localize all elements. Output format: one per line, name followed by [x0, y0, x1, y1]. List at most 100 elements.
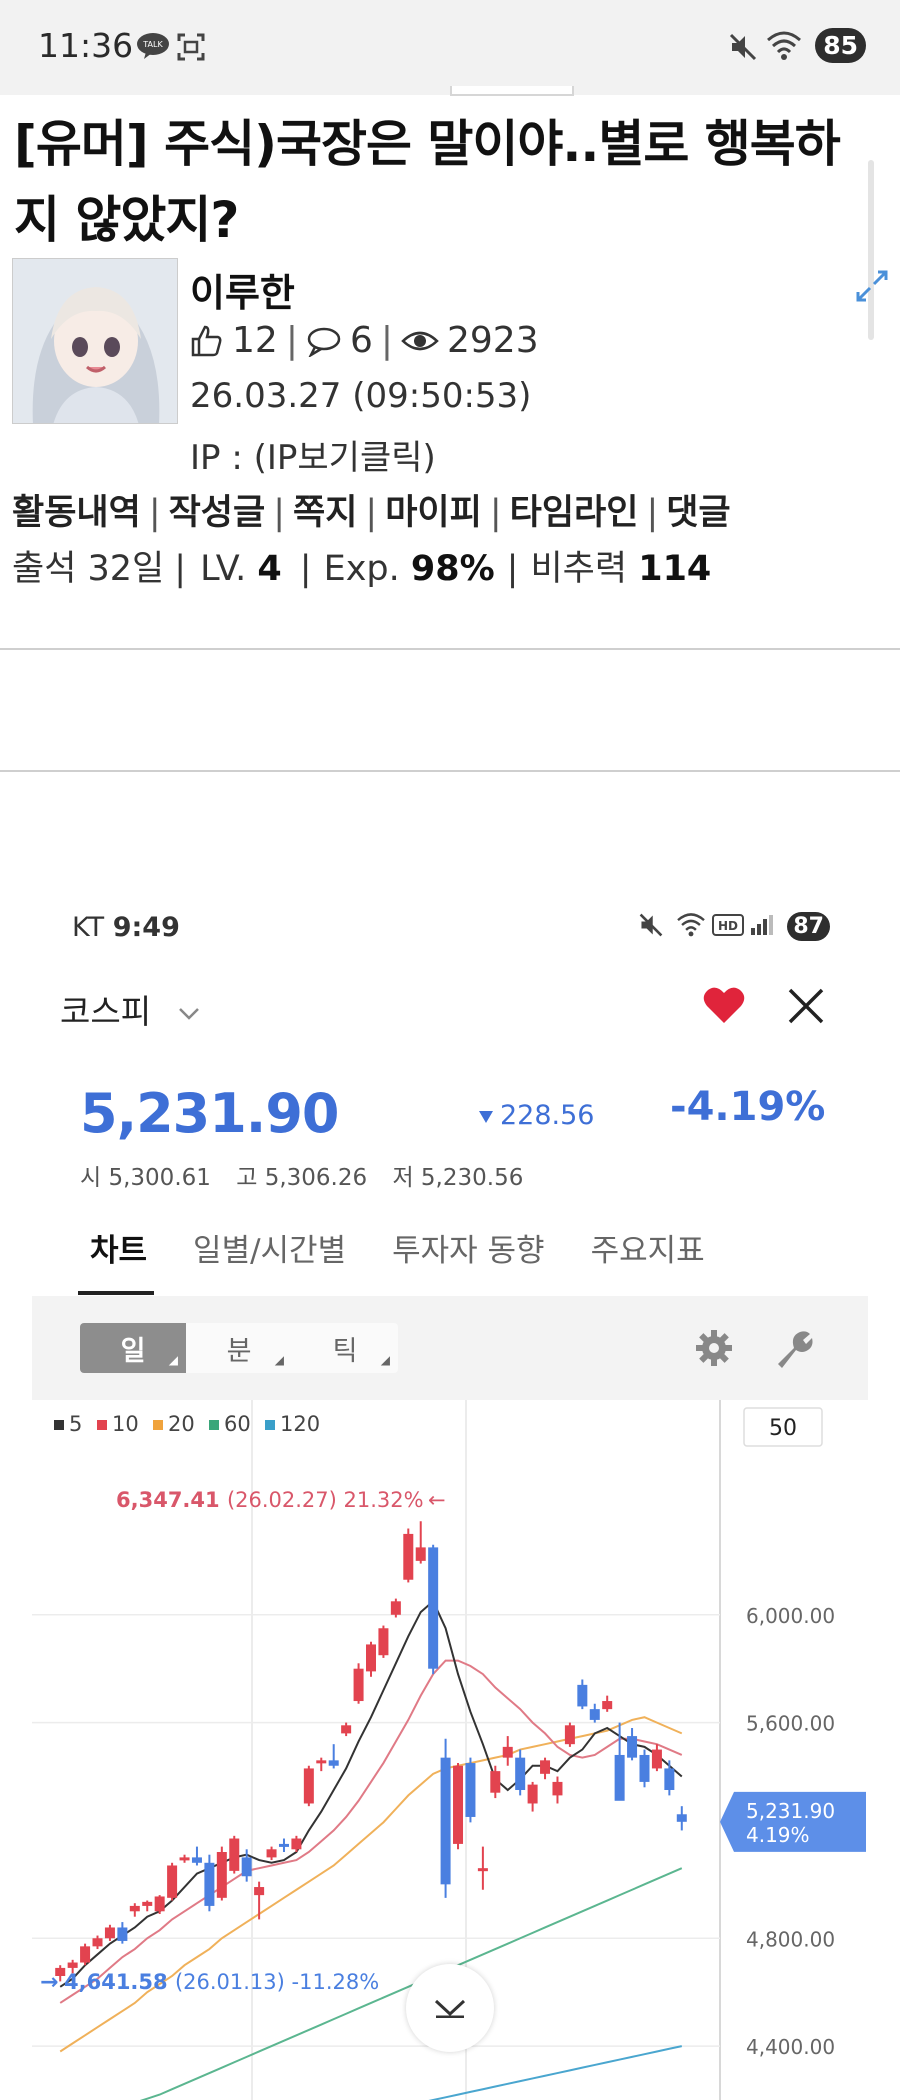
candle-body	[378, 1628, 389, 1656]
low-annotation: 4,641.58 (26.01.13) -11.28%	[64, 1970, 379, 1994]
candle-body	[104, 1927, 115, 1939]
period-tick[interactable]: 틱 ◢	[292, 1323, 398, 1373]
scrollbar[interactable]	[868, 160, 874, 340]
comment-count: 6	[349, 320, 373, 361]
open-price: 시 5,300.61	[80, 1165, 211, 1191]
legend-label: 20	[168, 1412, 195, 1436]
user-links: 활동내역 | 작성글 | 쪽지 | 마이피 | 타임라인 | 댓글	[12, 493, 731, 533]
carrier: KT	[72, 912, 105, 943]
candle-body	[639, 1754, 650, 1782]
exp-label: Exp.	[323, 549, 400, 589]
period-minute[interactable]: 분 ◢	[186, 1323, 292, 1373]
high-price: 고 5,306.26	[236, 1165, 368, 1191]
candle-body	[303, 1768, 314, 1804]
legend-swatch	[97, 1420, 107, 1430]
rec-label: 비추력	[530, 549, 628, 589]
divider	[0, 770, 900, 772]
current-price: 5,231.90	[80, 1082, 339, 1145]
candle-body	[229, 1838, 240, 1871]
tab-daily[interactable]: 일별/시간별	[193, 1225, 346, 1270]
embedded-mute-icon	[638, 912, 664, 942]
post-ip[interactable]: IP : (IP보기클릭)	[190, 430, 436, 479]
candle-body	[403, 1533, 414, 1580]
candle-body	[129, 1905, 140, 1912]
status-bar	[0, 0, 900, 95]
y-tick-label: 6,000.00	[746, 1604, 835, 1628]
link-posts[interactable]: 작성글	[169, 493, 266, 533]
high-annotation: 6,347.41 (26.02.27) 21.32%	[116, 1488, 424, 1512]
comment-icon[interactable]	[306, 325, 342, 357]
ohl-row: 시 5,300.61 고 5,306.26 저 5,230.56	[80, 1158, 523, 1192]
candle-body	[241, 1857, 252, 1877]
candle-body	[67, 1962, 78, 1968]
tab-indicators[interactable]: 주요지표	[591, 1225, 705, 1270]
thumbs-up-icon[interactable]	[190, 324, 224, 358]
low-price: 저 5,230.56	[392, 1165, 524, 1191]
wifi-icon	[766, 30, 802, 66]
hd-icon: HD	[712, 914, 744, 940]
candle-body	[490, 1771, 501, 1793]
moving-average-ma120	[428, 2045, 682, 2100]
link-mypi[interactable]: 마이피	[385, 493, 482, 533]
candle-body	[216, 1852, 227, 1898]
expand-icon[interactable]	[854, 268, 890, 304]
candle-body	[453, 1765, 464, 1844]
period-selector: 일 ◢ 분 ◢ 틱 ◢	[80, 1323, 398, 1373]
top-handle[interactable]	[450, 86, 574, 96]
candle-body	[204, 1862, 215, 1906]
candle-body	[651, 1749, 662, 1769]
candle-body	[328, 1760, 339, 1766]
candle-body	[390, 1601, 401, 1615]
candle-body	[80, 1946, 91, 1963]
post-date: 26.03.27 (09:50:53)	[190, 376, 532, 416]
candle-body	[627, 1736, 638, 1758]
candle-body	[477, 1868, 488, 1872]
candle-body	[142, 1901, 153, 1906]
battery-indicator: 85	[815, 28, 866, 63]
candle-body	[167, 1865, 178, 1898]
signal-icon	[750, 914, 774, 940]
legend-label: 5	[69, 1412, 82, 1436]
gear-icon[interactable]	[694, 1328, 734, 1368]
change-percent: -4.19%	[670, 1084, 826, 1130]
link-timeline[interactable]: 타임라인	[510, 493, 639, 533]
candle-body	[254, 1887, 265, 1896]
candle-body	[278, 1843, 289, 1847]
svg-text:TALK: TALK	[142, 40, 163, 49]
price-change: 228.56	[478, 1100, 594, 1131]
index-name: 코스피	[60, 992, 152, 1031]
candle-body	[428, 1547, 439, 1669]
link-message[interactable]: 쪽지	[293, 493, 357, 533]
candle-body	[602, 1701, 613, 1710]
link-activity[interactable]: 활동내역	[12, 493, 141, 533]
index-selector[interactable]: 코스피	[60, 985, 200, 1033]
period-box-value: 50	[769, 1416, 797, 1441]
embedded-wifi-icon	[676, 912, 706, 942]
link-comments[interactable]: 댓글	[666, 493, 730, 533]
candle-body	[676, 1814, 687, 1822]
candle-body	[366, 1644, 376, 1672]
scroll-down-button[interactable]	[406, 1964, 494, 2052]
favorite-heart-icon[interactable]	[702, 985, 746, 1025]
chevron-down-icon	[434, 1999, 466, 2018]
candle-body	[117, 1927, 128, 1941]
embedded-battery-level: 87	[787, 912, 830, 941]
current-price-tag-value: 5,231.90	[746, 1799, 835, 1823]
period-day[interactable]: 일 ◢	[80, 1323, 186, 1373]
legend-swatch	[265, 1420, 275, 1430]
avatar[interactable]	[12, 258, 178, 424]
candle-body	[527, 1784, 538, 1804]
tab-chart[interactable]: 차트	[90, 1225, 147, 1270]
status-time: 11:36	[38, 26, 134, 65]
tab-bar: 차트 일별/시간별 투자자 동향 주요지표	[60, 1225, 705, 1270]
like-count: 12	[232, 320, 278, 361]
change-value: 228.56	[500, 1100, 595, 1131]
wrench-icon[interactable]	[772, 1326, 816, 1370]
legend-label: 60	[224, 1412, 251, 1436]
active-tab-underline	[78, 1291, 154, 1295]
close-icon[interactable]	[786, 986, 826, 1026]
candle-body	[589, 1709, 600, 1720]
stats-separator: |	[285, 320, 298, 361]
tab-investor[interactable]: 투자자 동향	[392, 1225, 544, 1270]
author-name[interactable]: 이루한	[190, 262, 295, 317]
